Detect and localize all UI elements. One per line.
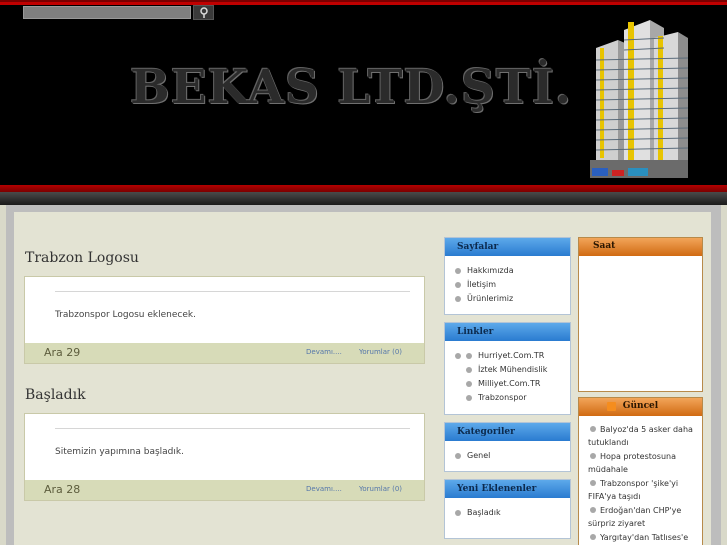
post-box: Sitemizin yapımına başladık. Ara 28 Deva… <box>24 413 425 501</box>
news-item-line2: FIFA'ya taşıdı <box>588 492 641 501</box>
rss-icon[interactable] <box>607 402 616 411</box>
news-item-line1: Yargıtay'dan Tatlıses'e <box>600 533 689 542</box>
external-link-label: Trabzonspor <box>478 393 527 402</box>
category-link[interactable]: Genel <box>455 449 570 463</box>
external-link[interactable]: Milliyet.Com.TR <box>455 377 570 391</box>
news-item-line1: Erdoğan'dan CHP'ye <box>600 506 682 515</box>
widget-links: Linkler Hurriyet.Com.TR İztek Mühendisli… <box>444 322 571 415</box>
site-header: BEKAS LTD.ŞTİ. <box>0 0 727 205</box>
header-red-band <box>0 185 727 192</box>
post-body: Sitemizin yapımına başladık. <box>55 447 184 457</box>
bullet-icon <box>455 282 461 288</box>
page-link-label: Hakkımızda <box>467 266 514 275</box>
widget-news: Güncel Balyoz'da 5 asker daha tutuklandı … <box>578 397 703 545</box>
site-logo[interactable]: BEKAS LTD.ŞTİ. <box>130 60 572 115</box>
header-red-line <box>0 2 727 5</box>
news-item-line2: tutuklandı <box>588 438 629 447</box>
recent-post-label: Başladık <box>467 508 501 517</box>
search-button[interactable] <box>193 5 214 20</box>
news-item-line1: Balyoz'da 5 asker daha <box>600 425 693 434</box>
widget-title: Güncel <box>579 398 702 416</box>
post-date: Ara 28 <box>44 483 81 496</box>
bullet-icon <box>466 395 472 401</box>
widget-title: Sayfalar <box>445 238 570 256</box>
news-item[interactable]: Balyoz'da 5 asker daha tutuklandı <box>588 423 702 449</box>
external-link-label: İztek Mühendislik <box>478 365 548 374</box>
news-item[interactable]: Trabzonspor 'şike'yi FIFA'ya taşıdı <box>588 477 702 503</box>
bullet-icon <box>590 507 596 513</box>
widget-title: Yeni Eklenenler <box>445 480 570 498</box>
bullet-icon <box>590 426 596 432</box>
read-more-link[interactable]: Devamı.... <box>306 348 342 356</box>
bullet-icon <box>466 353 472 359</box>
search-icon <box>200 7 208 18</box>
comments-link[interactable]: Yorumlar (0) <box>359 348 402 356</box>
post-title[interactable]: Trabzon Logosu <box>25 250 139 266</box>
news-item-line2: müdahale <box>588 465 628 474</box>
comments-link[interactable]: Yorumlar (0) <box>359 485 402 493</box>
page-link-label: Ürünlerimiz <box>467 294 514 303</box>
widget-pages: Sayfalar Hakkımızda İletişim Ürünlerimiz <box>444 237 571 315</box>
news-item[interactable]: Erdoğan'dan CHP'ye sürpriz ziyaret <box>588 504 702 530</box>
page-link[interactable]: İletişim <box>455 278 570 292</box>
news-item[interactable]: Hopa protestosuna müdahale <box>588 450 702 476</box>
search-input[interactable] <box>23 6 191 19</box>
read-more-link[interactable]: Devamı.... <box>306 485 342 493</box>
bullet-icon <box>455 296 461 302</box>
news-item-line1: Trabzonspor 'şike'yi <box>600 479 679 488</box>
building-image <box>588 10 690 182</box>
bullet-icon <box>455 510 461 516</box>
bullet-icon <box>590 453 596 459</box>
widget-title: Linkler <box>445 323 570 341</box>
news-item-line1: Hopa protestosuna <box>600 452 676 461</box>
widget-categories: Kategoriler Genel <box>444 422 571 472</box>
widget-recent: Yeni Eklenenler Başladık <box>444 479 571 539</box>
external-link[interactable]: Hurriyet.Com.TR <box>455 349 570 363</box>
bullet-icon <box>466 367 472 373</box>
page-link-label: İletişim <box>467 280 497 289</box>
widget-clock: Saat <box>578 237 703 392</box>
widget-title: Kategoriler <box>445 423 570 441</box>
bullet-icon <box>455 453 461 459</box>
post-date: Ara 29 <box>44 346 81 359</box>
external-link[interactable]: İztek Mühendislik <box>455 363 570 377</box>
post-box: Trabzonspor Logosu eklenecek. Ara 29 Dev… <box>24 276 425 364</box>
category-link-label: Genel <box>467 451 491 460</box>
post-title[interactable]: Başladık <box>25 387 86 403</box>
bullet-icon <box>455 268 461 274</box>
page-link[interactable]: Hakkımızda <box>455 264 570 278</box>
widget-title-label: Güncel <box>622 401 659 411</box>
post-divider <box>55 428 410 429</box>
post-footer: Ara 29 Devamı.... Yorumlar (0) <box>25 343 424 363</box>
widget-title: Saat <box>579 238 702 256</box>
external-link-label: Milliyet.Com.TR <box>478 379 541 388</box>
bullet-icon <box>590 534 596 540</box>
external-link[interactable]: Trabzonspor <box>455 391 570 405</box>
post-footer: Ara 28 Devamı.... Yorumlar (0) <box>25 480 424 500</box>
external-link-label: Hurriyet.Com.TR <box>478 351 545 360</box>
page-link[interactable]: Ürünlerimiz <box>455 292 570 306</box>
post-divider <box>55 291 410 292</box>
post-body: Trabzonspor Logosu eklenecek. <box>55 310 196 320</box>
recent-post-link[interactable]: Başladık <box>455 506 570 520</box>
header-grey-band <box>0 192 727 205</box>
news-item-line2: sürpriz ziyaret <box>588 519 646 528</box>
news-item[interactable]: Yargıtay'dan Tatlıses'e <box>588 531 702 544</box>
bullet-icon <box>590 480 596 486</box>
bullet-icon <box>455 353 461 359</box>
bullet-icon <box>466 381 472 387</box>
